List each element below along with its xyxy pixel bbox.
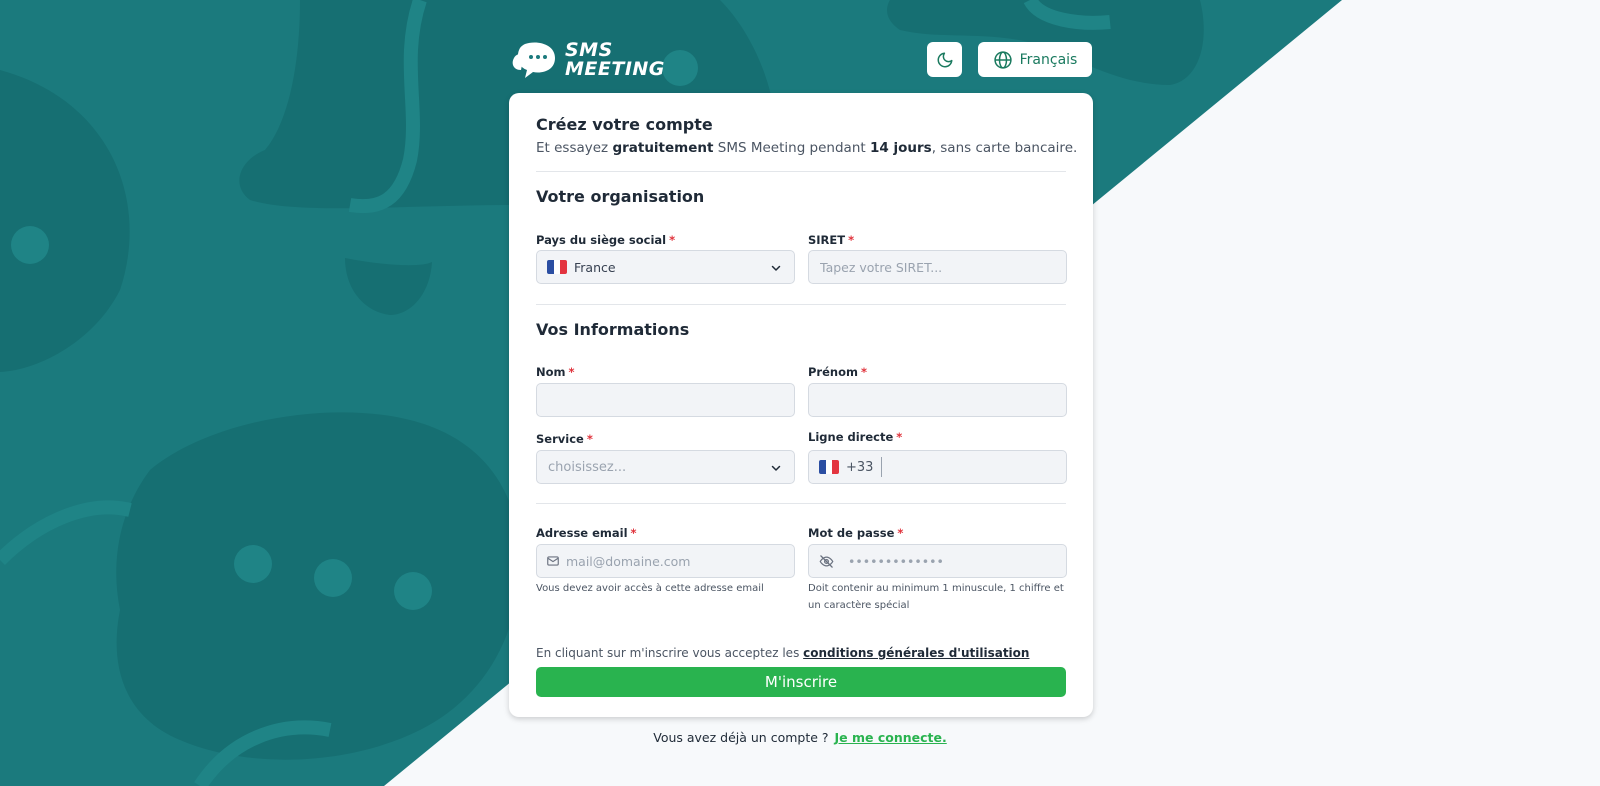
required-mark: * [669,233,676,247]
terms-text: En cliquant sur m'inscrire vous acceptez… [536,646,1029,660]
password-label: Mot de passe * [808,526,903,540]
password-hint-line: Doit contenir au minimum 1 minuscule, 1 … [808,583,1064,594]
terms-link[interactable]: conditions générales d'utilisation [803,646,1029,660]
login-prompt-text: Vous avez déjà un compte ? [653,730,833,745]
password-hint-line: un caractère spécial [808,600,910,611]
subtitle-bold-free: gratuitement [612,140,714,156]
login-prompt: Vous avez déjà un compte ? Je me connect… [0,730,1600,745]
required-mark: * [896,430,903,444]
required-mark: * [586,432,593,446]
country-label: Pays du siège social * [536,233,675,247]
eye-off-icon[interactable] [819,554,834,569]
chevron-down-icon [771,265,781,271]
terms-text-prefix: En cliquant sur m'inscrire vous acceptez… [536,646,804,660]
service-select[interactable]: choisissez... [536,450,795,484]
nom-input[interactable] [537,384,794,416]
phone-input[interactable] [882,451,1066,483]
siret-input[interactable] [809,251,1066,283]
country-select[interactable]: France [536,250,795,284]
email-field [536,544,795,578]
divider [536,304,1066,305]
phone-field: +33 [808,450,1067,484]
password-input[interactable] [834,545,1066,577]
france-flag-icon [547,260,567,274]
required-mark: * [860,365,867,379]
globe-icon [993,50,1012,69]
required-mark: * [630,526,637,540]
required-mark: * [568,365,575,379]
service-label: Service * [536,432,593,446]
logo-text-meeting: MEETING [565,58,665,80]
prenom-label: Prénom * [808,365,867,379]
dark-mode-toggle-button[interactable] [927,42,962,77]
prenom-input[interactable] [809,384,1066,416]
form-subtitle: Et essayez gratuitement SMS Meeting pend… [536,140,1077,156]
sms-meeting-logo: SMS MEETING [509,40,665,80]
email-label: Adresse email * [536,526,637,540]
signup-card: Créez votre compte Et essayez gratuiteme… [509,93,1093,717]
top-bar: SMS MEETING Français [509,38,1092,80]
email-input[interactable] [560,545,794,577]
language-label: Français [1019,51,1078,68]
subtitle-part: SMS Meeting pendant [713,140,870,156]
siret-field [808,250,1067,284]
divider [536,503,1066,504]
prenom-label-text: Prénom [808,365,858,379]
service-placeholder: choisissez... [548,459,627,475]
subtitle-bold-days: 14 jours [869,140,932,156]
email-hint: Vous devez avoir accès à cette adresse e… [536,583,764,594]
chevron-down-icon [771,465,781,471]
divider [536,171,1066,172]
email-label-text: Adresse email [536,526,628,540]
siret-label: SIRET * [808,233,854,247]
section-title-organisation: Votre organisation [536,187,705,206]
nom-label-text: Nom [536,365,566,379]
country-value: France [574,259,616,275]
chat-bubble-icon [512,42,555,78]
phone-label: Ligne directe * [808,430,902,444]
language-selector-button[interactable]: Français [978,42,1092,77]
section-title-informations: Vos Informations [536,320,690,339]
france-flag-icon[interactable] [819,460,839,474]
nom-label: Nom * [536,365,575,379]
subtitle-part: , sans carte bancaire. [931,140,1078,156]
signup-submit-button[interactable]: M'inscrire [536,667,1066,697]
subtitle-part: Et essayez [536,140,613,156]
required-mark: * [848,233,855,247]
form-title: Créez votre compte [536,115,713,134]
moon-icon [937,52,952,67]
password-hint: Doit contenir au minimum 1 minuscule, 1 … [808,580,1078,614]
country-label-text: Pays du siège social [536,233,667,247]
password-field [808,544,1067,578]
login-link[interactable]: Je me connecte. [835,730,947,745]
prenom-field [808,383,1067,417]
mail-icon [547,556,559,566]
nom-field [536,383,795,417]
siret-label-text: SIRET [808,233,846,247]
phone-label-text: Ligne directe [808,430,894,444]
password-label-text: Mot de passe [808,526,895,540]
required-mark: * [897,526,904,540]
phone-prefix: +33 [846,459,874,475]
service-label-text: Service [536,432,584,446]
